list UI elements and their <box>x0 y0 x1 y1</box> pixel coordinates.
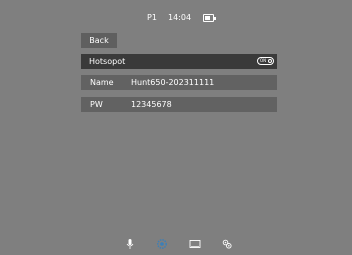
image-icon[interactable] <box>189 235 201 248</box>
bottom-toolbar <box>0 235 352 249</box>
password-label: PW <box>90 100 103 109</box>
name-value: Hunt650-202311111 <box>131 78 215 87</box>
toggle-knob <box>268 59 272 63</box>
toggle-state-label: ON <box>260 58 267 63</box>
password-value: 12345678 <box>131 100 172 109</box>
hotspot-toggle[interactable]: ON <box>257 57 274 65</box>
status-bar: P1 14:04 <box>0 11 352 25</box>
name-label: Name <box>90 78 114 87</box>
name-row[interactable]: Name Hunt650-202311111 <box>81 75 277 90</box>
battery-icon <box>203 14 214 22</box>
password-row[interactable]: PW 12345678 <box>81 97 277 112</box>
battery-level <box>205 16 210 20</box>
wifi-icon[interactable] <box>156 235 168 249</box>
back-button[interactable]: Back <box>81 33 117 48</box>
hotspot-settings-screen: P1 14:04 Back Hotsopot ON Name Hunt650-2… <box>0 0 352 255</box>
settings-icon[interactable] <box>221 235 233 249</box>
hotspot-row[interactable]: Hotsopot ON <box>81 54 277 69</box>
battery-terminal <box>214 17 216 20</box>
clock: 14:04 <box>168 13 192 22</box>
hotspot-label: Hotsopot <box>89 57 126 66</box>
profile-indicator: P1 <box>147 13 157 22</box>
microphone-icon[interactable] <box>124 235 136 249</box>
